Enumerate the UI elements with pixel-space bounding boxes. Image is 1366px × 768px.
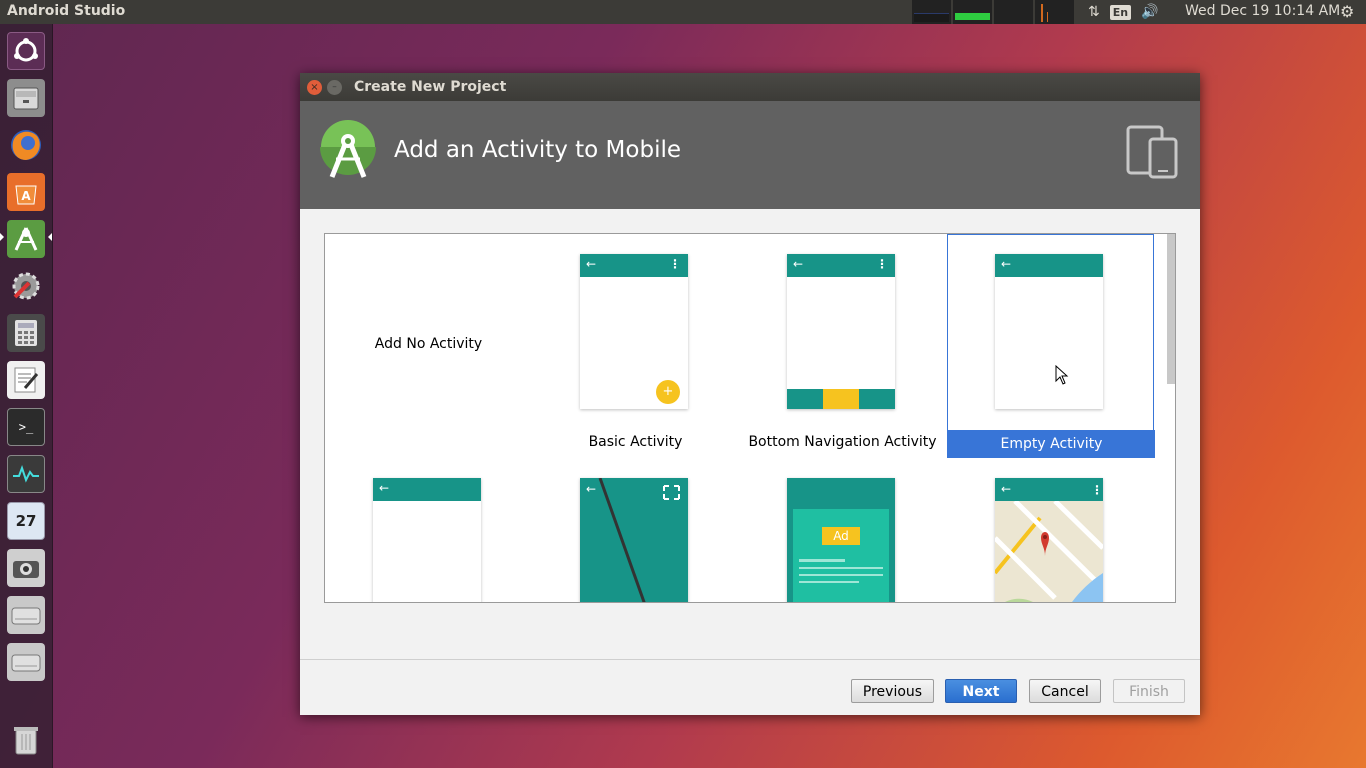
- activity-preview: Ad: [787, 478, 895, 602]
- swap-graph: [994, 0, 1033, 24]
- calendar-day: 27: [15, 512, 37, 530]
- bottom-nav-selected-tab: [823, 389, 859, 409]
- keyboard-layout-indicator[interactable]: En: [1109, 4, 1132, 20]
- system-menu-gear-icon[interactable]: ⚙: [1340, 2, 1354, 21]
- android-studio-logo-icon: [320, 120, 376, 178]
- svg-text:←: ←: [586, 482, 596, 496]
- close-icon[interactable]: ×: [307, 80, 322, 95]
- hard-drive-icon[interactable]: [7, 596, 45, 634]
- svg-text:⋮: ⋮: [1091, 483, 1103, 497]
- activity-label: Basic Activity: [588, 434, 683, 450]
- window-title: Create New Project: [354, 79, 507, 95]
- activity-preview: ← ⋮: [995, 478, 1103, 602]
- trash-icon[interactable]: [7, 721, 45, 759]
- page-title: Add an Activity to Mobile: [394, 137, 681, 163]
- terminal-icon[interactable]: >_: [7, 408, 45, 446]
- fab-plus-icon: +: [656, 380, 680, 404]
- activity-option-basic[interactable]: ← ⋮ + Basic Activity: [532, 234, 739, 458]
- launcher: A >_ 27: [0, 24, 53, 768]
- activity-preview: ←: [995, 254, 1103, 409]
- activity-label: Add No Activity: [374, 336, 483, 352]
- calendar-icon[interactable]: 27: [7, 502, 45, 540]
- network-transfer-icon[interactable]: ⇅: [1088, 4, 1100, 20]
- file-cabinet-icon[interactable]: [7, 79, 45, 117]
- cpu-graph: [912, 0, 951, 24]
- svg-text:A: A: [21, 189, 31, 203]
- minimize-icon[interactable]: –: [327, 80, 342, 95]
- ubuntu-logo-icon[interactable]: [7, 32, 45, 70]
- gallery-scrollbar[interactable]: [1167, 234, 1175, 384]
- hard-drive-icon[interactable]: [7, 643, 45, 681]
- active-app-title: Android Studio: [7, 3, 126, 19]
- calculator-icon[interactable]: [7, 314, 45, 352]
- activity-preview: ← ⋮ +: [580, 254, 688, 409]
- window-titlebar[interactable]: × – Create New Project: [300, 73, 1200, 101]
- activity-option-empty[interactable]: ← Empty Activity: [947, 234, 1155, 458]
- activity-option-fullscreen[interactable]: ←: [532, 458, 739, 602]
- clock[interactable]: Wed Dec 19 10:14 AM: [1185, 3, 1340, 19]
- phone-tablet-icon: [1126, 125, 1178, 179]
- back-arrow-icon: ←: [793, 257, 804, 271]
- activity-option-none[interactable]: Add No Activity: [325, 234, 532, 458]
- activity-option-maps[interactable]: ← ⋮: [947, 458, 1154, 602]
- next-button[interactable]: Next: [945, 679, 1017, 703]
- mouse-cursor-icon: [1055, 365, 1069, 385]
- overflow-menu-icon: ⋮: [669, 257, 681, 271]
- ad-badge: Ad: [822, 527, 860, 545]
- activity-option-bottom-navigation[interactable]: ← ⋮ Bottom Navigation Activity: [739, 234, 946, 458]
- activity-preview: ←: [580, 478, 688, 602]
- previous-button[interactable]: Previous: [851, 679, 934, 703]
- system-load-graphs[interactable]: [912, 0, 1076, 24]
- text-editor-icon[interactable]: [7, 361, 45, 399]
- activity-option-admob[interactable]: Ad: [739, 458, 946, 602]
- activity-preview: ← ⋮: [787, 254, 895, 409]
- wrench-gear-icon[interactable]: [7, 267, 45, 305]
- back-arrow-icon: ←: [1001, 257, 1012, 271]
- finish-button[interactable]: Finish: [1113, 679, 1185, 703]
- activity-gallery[interactable]: Add No Activity ← ⋮ + Basic Activity ← ⋮ B…: [324, 233, 1176, 603]
- android-studio-icon[interactable]: [7, 220, 45, 258]
- network-graph: [1035, 0, 1074, 24]
- camera-icon[interactable]: [7, 549, 45, 587]
- create-new-project-dialog: × – Create New Project Add an Activity t…: [300, 73, 1200, 715]
- activity-label: Bottom Navigation Activity: [748, 434, 937, 450]
- activity-option-fragment[interactable]: ←: [325, 458, 532, 602]
- volume-icon[interactable]: 🔊: [1141, 4, 1158, 20]
- monitor-graph-icon[interactable]: [7, 455, 45, 493]
- top-panel: Android Studio ⇅ En 🔊 Wed Dec 19 10:14 A…: [0, 0, 1366, 24]
- svg-text:←: ←: [1001, 482, 1011, 496]
- memory-graph: [953, 0, 992, 24]
- desktop-wallpaper: Android Studio ⇅ En 🔊 Wed Dec 19 10:14 A…: [0, 0, 1366, 768]
- cancel-button[interactable]: Cancel: [1029, 679, 1101, 703]
- overflow-menu-icon: ⋮: [876, 257, 888, 271]
- activity-preview: ←: [373, 478, 481, 602]
- activity-label: Empty Activity: [948, 430, 1155, 458]
- wizard-header: Add an Activity to Mobile: [300, 101, 1200, 209]
- back-arrow-icon: ←: [586, 257, 597, 271]
- shopping-bag-icon[interactable]: A: [7, 173, 45, 211]
- footer-divider: [300, 659, 1200, 660]
- back-arrow-icon: ←: [379, 481, 390, 495]
- firefox-icon[interactable]: [7, 126, 45, 164]
